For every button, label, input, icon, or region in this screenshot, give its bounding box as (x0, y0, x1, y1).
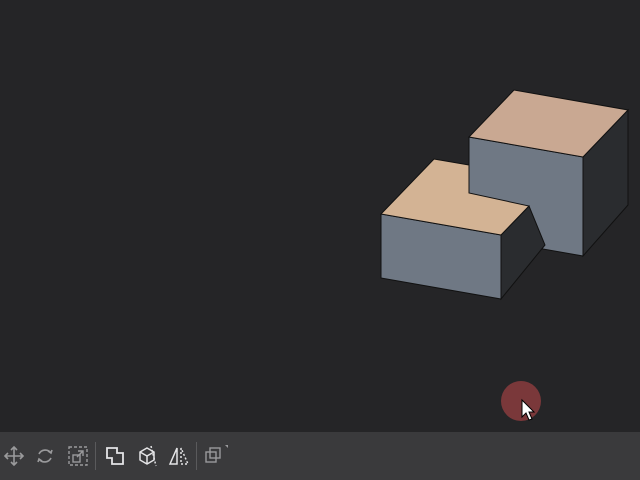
boolean-tool-button[interactable] (103, 444, 127, 468)
cursor-highlight (500, 380, 544, 424)
toolbar-separator (196, 442, 197, 470)
bottom-toolbar (0, 432, 640, 480)
move-icon (3, 445, 25, 467)
scale-icon (68, 446, 88, 466)
app-window (0, 0, 640, 480)
3d-viewport[interactable] (0, 0, 640, 432)
scene-canvas[interactable] (0, 0, 640, 432)
toolbar-separator (95, 442, 96, 470)
section-cut-icon (139, 445, 157, 467)
mirror-tool-button[interactable] (167, 444, 191, 468)
section-tool-button[interactable] (135, 444, 159, 468)
scale-tool-button[interactable] (66, 444, 90, 468)
duplicate-tool-button[interactable] (204, 444, 228, 468)
rotate-tool-button[interactable] (33, 444, 57, 468)
boolean-union-icon (106, 447, 124, 465)
duplicate-icon (205, 445, 228, 463)
mirror-icon (168, 447, 190, 465)
rotate-icon (37, 449, 53, 463)
move-tool-button[interactable] (2, 444, 26, 468)
